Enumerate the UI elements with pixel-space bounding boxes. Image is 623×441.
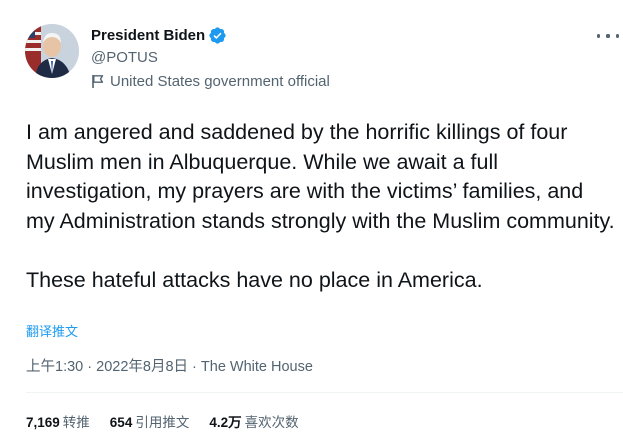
tweet-date[interactable]: 2022年8月8日 xyxy=(96,359,188,375)
quote-tweets-count: 654 xyxy=(109,415,133,430)
author-name-row: President Biden xyxy=(91,26,227,45)
author-name[interactable]: President Biden xyxy=(91,27,205,44)
divider xyxy=(26,392,623,393)
tweet-card: President Biden @POTUS United States gov… xyxy=(0,0,623,441)
translate-tweet-link[interactable]: 翻译推文 xyxy=(26,321,78,340)
meta-separator: · xyxy=(188,359,201,375)
tweet-source[interactable]: The White House xyxy=(201,359,313,375)
government-flag-icon xyxy=(91,74,105,89)
likes-stat[interactable]: 4.2万 喜欢次数 xyxy=(209,411,298,431)
more-dot xyxy=(606,34,610,38)
government-label: United States government official xyxy=(110,73,330,90)
tweet-stats: 7,169 转推 654 引用推文 4.2万 喜欢次数 xyxy=(26,411,319,431)
likes-label: 喜欢次数 xyxy=(244,415,299,430)
retweets-label: 转推 xyxy=(62,415,90,430)
government-label-row: United States government official xyxy=(91,73,330,90)
avatar-portrait xyxy=(25,24,79,78)
more-dot xyxy=(597,34,601,38)
author-handle[interactable]: @POTUS xyxy=(91,49,158,66)
avatar[interactable] xyxy=(25,24,79,78)
tweet-time[interactable]: 上午1:30 xyxy=(26,359,83,375)
quote-tweets-label: 引用推文 xyxy=(135,415,190,430)
meta-separator: · xyxy=(83,359,97,375)
likes-count: 4.2万 xyxy=(209,415,242,430)
more-options-icon[interactable] xyxy=(597,27,619,45)
verified-badge-icon[interactable] xyxy=(208,26,227,45)
retweets-stat[interactable]: 7,169 转推 xyxy=(26,411,90,431)
tweet-meta: 上午1:30 · 2022年8月8日 · The White House xyxy=(26,355,313,376)
more-dot xyxy=(615,34,619,38)
tweet-text: I am angered and saddened by the horrifi… xyxy=(26,120,615,292)
retweets-count: 7,169 xyxy=(26,415,60,430)
quote-tweets-stat[interactable]: 654 引用推文 xyxy=(110,411,190,431)
